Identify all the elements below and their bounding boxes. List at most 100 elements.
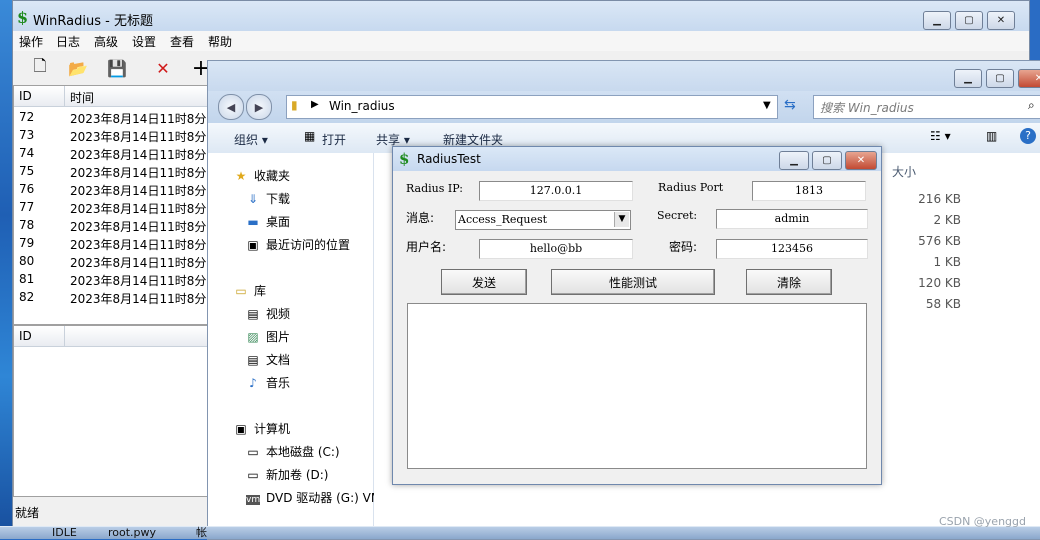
nav-documents[interactable]: ▤ 文档 xyxy=(246,351,290,368)
row-time: 2023年8月14日11时8分2 xyxy=(70,292,214,306)
download-icon: ⇓ xyxy=(247,192,259,206)
response-output[interactable] xyxy=(407,303,867,469)
menu-operate[interactable]: 操作 xyxy=(19,33,43,50)
delete-button[interactable]: ✕ xyxy=(150,55,176,81)
new-file-button[interactable]: 🗋 xyxy=(27,55,53,81)
address-bar[interactable]: ▮ ▶ Win_radius ▼ xyxy=(286,95,778,119)
nav-drive-d[interactable]: ▭ 新加卷 (D:) xyxy=(246,466,328,483)
detail-list-header: ID xyxy=(14,326,210,347)
table-row[interactable]: 72 2023年8月14日11时8分2 xyxy=(14,108,214,126)
organize-button[interactable]: 组织 ▾ xyxy=(234,131,268,148)
nav-drive-c[interactable]: ▭ 本地磁盘 (C:) xyxy=(246,443,339,460)
menu-advanced[interactable]: 高级 xyxy=(94,33,118,50)
row-time: 2023年8月14日11时8分2 xyxy=(70,112,214,126)
taskbar-item-idle[interactable]: IDLE xyxy=(52,527,77,539)
nav-videos[interactable]: ▤ 视频 xyxy=(246,305,290,322)
menu-settings[interactable]: 设置 xyxy=(132,33,156,50)
username-input[interactable]: hello@bb xyxy=(479,239,633,259)
row-id: 72 xyxy=(19,110,35,124)
column-size[interactable]: 大小 xyxy=(892,163,916,180)
explorer-minimize-button[interactable]: ▁ xyxy=(954,69,982,88)
radius-port-label: Radius Port xyxy=(658,181,724,194)
status-text: 就绪 xyxy=(15,506,40,520)
radius-port-input[interactable]: 1813 xyxy=(752,181,866,201)
table-row[interactable]: 77 2023年8月14日11时8分2 xyxy=(14,198,214,216)
table-row[interactable]: 78 2023年8月14日11时8分2 xyxy=(14,216,214,234)
save-icon: 💾 xyxy=(107,58,127,78)
dialog-titlebar[interactable]: $ RadiusTest ▁ ▢ ✕ xyxy=(393,147,881,171)
winradius-titlebar[interactable]: $ WinRadius - 无标题 ▁ ▢ ✕ xyxy=(13,1,1029,31)
table-row[interactable]: 81 2023年8月14日11时8分2 xyxy=(14,270,214,288)
nav-computer[interactable]: ▣ 计算机 xyxy=(234,420,290,437)
view-options-icon[interactable]: ☷ ▾ xyxy=(930,129,951,143)
nav-recent[interactable]: ▣ 最近访问的位置 xyxy=(246,236,350,253)
column-id[interactable]: ID xyxy=(19,329,32,343)
table-row[interactable]: 82 2023年8月14日11时8分2 xyxy=(14,288,214,306)
nav-libraries[interactable]: ▭ 库 xyxy=(234,282,266,299)
address-row: ◀ ▶ ▮ ▶ Win_radius ▼ ⇆ 搜索 Win_radius ⌕ xyxy=(208,91,1040,123)
nav-favorites[interactable]: ★ 收藏夹 xyxy=(234,167,290,184)
explorer-close-button[interactable]: ✕ xyxy=(1018,69,1040,88)
row-time: 2023年8月14日11时8分2 xyxy=(70,148,214,162)
list-header: ID 时间 xyxy=(14,86,210,107)
secret-label: Secret: xyxy=(657,209,698,222)
minimize-button[interactable]: ▁ xyxy=(923,11,951,30)
explorer-maximize-button[interactable]: ▢ xyxy=(986,69,1014,88)
menu-log[interactable]: 日志 xyxy=(56,33,80,50)
taskbar-item-root[interactable]: root.pwy xyxy=(108,527,156,539)
forward-button[interactable]: ▶ xyxy=(246,94,272,120)
table-row[interactable]: 80 2023年8月14日11时8分2 xyxy=(14,252,214,270)
table-row[interactable]: 76 2023年8月14日11时8分2 xyxy=(14,180,214,198)
menu-help[interactable]: 帮助 xyxy=(208,33,232,50)
taskbar-item-other[interactable]: 帐 xyxy=(196,527,207,539)
dialog-maximize-button[interactable]: ▢ xyxy=(812,151,842,170)
menu-view[interactable]: 查看 xyxy=(170,33,194,50)
row-id: 77 xyxy=(19,200,35,214)
table-row[interactable]: 74 2023年8月14日11时8分2 xyxy=(14,144,214,162)
secret-input[interactable]: admin xyxy=(716,209,868,229)
performance-test-button[interactable]: 性能测试 xyxy=(551,269,715,295)
password-input[interactable]: 123456 xyxy=(716,239,868,259)
computer-icon: ▣ xyxy=(235,422,247,436)
minimize-icon: ▁ xyxy=(964,73,972,84)
help-icon[interactable]: ? xyxy=(1020,128,1036,144)
explorer-titlebar[interactable]: ▁ ▢ ✕ xyxy=(208,61,1040,91)
clear-button[interactable]: 清除 xyxy=(746,269,832,295)
close-button[interactable]: ✕ xyxy=(987,11,1015,30)
table-row[interactable]: 73 2023年8月14日11时8分2 xyxy=(14,126,214,144)
column-id[interactable]: ID xyxy=(19,89,32,103)
nav-downloads[interactable]: ⇓ 下载 xyxy=(246,190,290,207)
table-row[interactable]: 75 2023年8月14日11时8分2 xyxy=(14,162,214,180)
back-button[interactable]: ◀ xyxy=(218,94,244,120)
nav-drive-g[interactable]: vm DVD 驱动器 (G:) VM xyxy=(246,489,381,506)
open-button[interactable]: 打开 xyxy=(322,131,346,148)
file-size: 120 KB xyxy=(918,276,961,290)
maximize-button[interactable]: ▢ xyxy=(955,11,983,30)
nav-label: 计算机 xyxy=(254,422,291,436)
preview-pane-icon[interactable]: ▥ xyxy=(986,129,997,143)
column-time[interactable]: 时间 xyxy=(70,89,94,106)
message-type-select[interactable]: Access_Request ▼ xyxy=(455,210,631,230)
detail-list[interactable]: ID xyxy=(13,325,211,497)
row-time: 2023年8月14日11时8分2 xyxy=(70,274,214,288)
search-icon[interactable]: ⌕ xyxy=(1028,98,1035,113)
nav-pictures[interactable]: ▨ 图片 xyxy=(246,328,290,345)
breadcrumb[interactable]: Win_radius xyxy=(329,99,395,113)
dropdown-arrow-icon[interactable]: ▼ xyxy=(614,212,629,227)
nav-desktop[interactable]: ▬ 桌面 xyxy=(246,213,290,230)
address-dropdown-icon[interactable]: ▼ xyxy=(763,100,771,111)
dialog-close-button[interactable]: ✕ xyxy=(845,151,877,170)
radius-ip-input[interactable]: 127.0.0.1 xyxy=(479,181,633,201)
minimize-icon: ▁ xyxy=(790,155,798,166)
table-row[interactable]: 79 2023年8月14日11时8分2 xyxy=(14,234,214,252)
refresh-icon[interactable]: ⇆ xyxy=(784,97,796,113)
log-list[interactable]: ID 时间 72 2023年8月14日11时8分2 73 2023年8月14日11时… xyxy=(13,85,214,325)
nav-label: 最近访问的位置 xyxy=(266,238,351,252)
nav-music[interactable]: ♪ 音乐 xyxy=(246,374,290,391)
save-button[interactable]: 💾 xyxy=(104,55,130,81)
dvd-drive-icon: vm xyxy=(246,495,261,505)
dialog-minimize-button[interactable]: ▁ xyxy=(779,151,809,170)
open-folder-button[interactable]: 📂 xyxy=(65,55,91,81)
search-input[interactable]: 搜索 Win_radius ⌕ xyxy=(813,95,1040,119)
send-button[interactable]: 发送 xyxy=(441,269,527,295)
